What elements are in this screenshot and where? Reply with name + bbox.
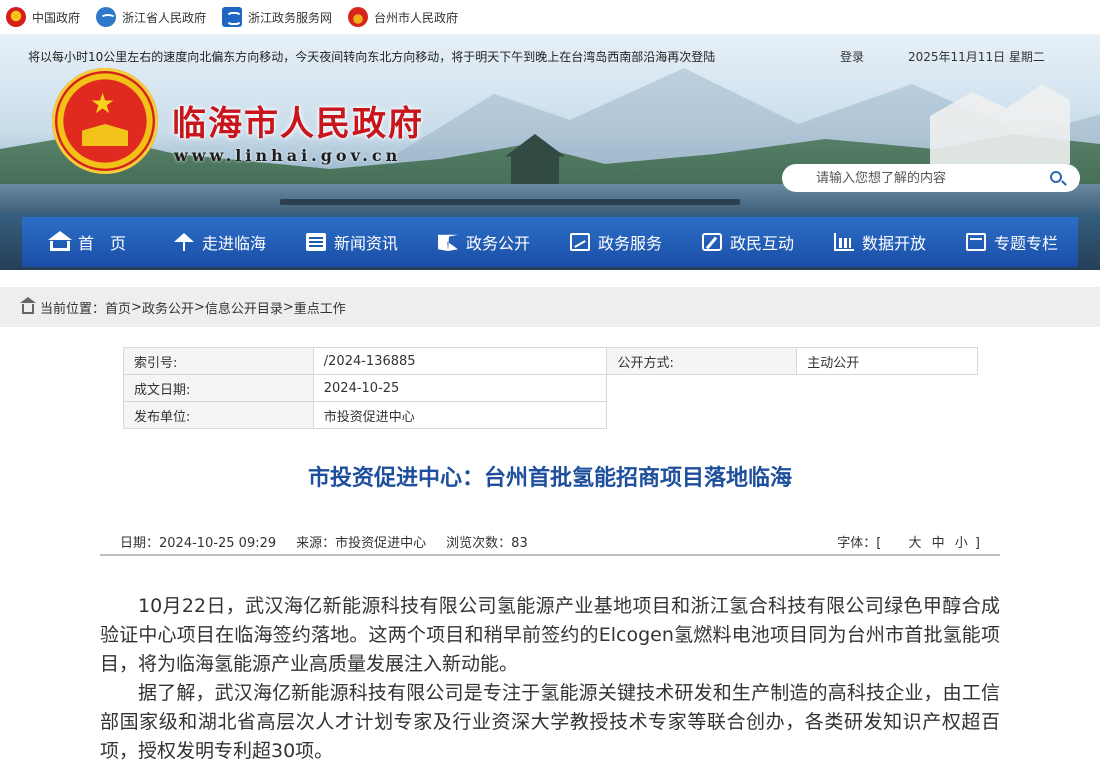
- index-value: /2024-136885: [312, 347, 608, 375]
- search-box: [782, 164, 1080, 192]
- open-book-icon: [437, 234, 458, 251]
- calendar-icon: [965, 233, 986, 251]
- article-paragraph: 据了解，武汉海亿新能源科技有限公司是专注于氢能源关键技术研发和生产制造的高科技企…: [100, 682, 1000, 762]
- breadcrumb-gov-open[interactable]: 政务公开: [142, 298, 194, 317]
- site-title[interactable]: 临海市人民政府: [172, 96, 424, 145]
- article-title: 市投资促进中心：台州首批氢能招商项目落地临海: [307, 466, 792, 491]
- login-link[interactable]: 登录: [840, 48, 864, 65]
- link-label: 浙江政务服务网: [248, 10, 333, 25]
- national-emblem-icon: [6, 7, 26, 27]
- tiananmen-icon: [82, 124, 128, 146]
- article-source: 来源：市投资促进中心: [296, 535, 427, 551]
- font-size-small-button[interactable]: 小: [955, 536, 968, 551]
- taizhou-logo-icon: [348, 7, 369, 27]
- article-date: 日期：2024-10-25 09:29: [120, 535, 277, 551]
- header-banner: 将以每小时10公里左右的速度向北偏东方向移动，今天夜间转向东北方向移动，将于明天…: [0, 34, 1100, 214]
- service-chart-icon: [569, 233, 590, 251]
- article-info-bar: 日期：2024-10-25 09:29 来源：市投资促进中心 浏览次数：83 字…: [100, 528, 1000, 556]
- search-input[interactable]: [816, 170, 1046, 186]
- index-label: 索引号:: [123, 347, 314, 375]
- breadcrumb: 当前位置： 首页 > 政务公开 > 信息公开目录 > 重点工作: [0, 287, 1100, 327]
- main-nav: 首 页 走进临海 新闻资讯 政务公开 政务服务 政民互动 数据开放 专题专栏: [22, 217, 1078, 267]
- national-emblem-logo: ★: [52, 68, 158, 174]
- nav-interaction[interactable]: 政民互动: [682, 217, 814, 267]
- bar-chart-icon: [833, 233, 854, 251]
- font-size-medium-button[interactable]: 中: [932, 536, 945, 551]
- document-meta-table: 索引号: /2024-136885 公开方式: 主动公开 成文日期: 2024-…: [123, 347, 978, 429]
- link-china-gov[interactable]: 中国政府: [6, 7, 80, 27]
- service-net-icon: [222, 7, 243, 27]
- article-views: 浏览次数：83: [446, 535, 528, 551]
- zhejiang-logo-icon: [96, 7, 117, 27]
- nav-gov-service[interactable]: 政务服务: [550, 217, 682, 267]
- open-method-value: 主动公开: [796, 347, 978, 375]
- unit-value: 市投资促进中心: [312, 401, 608, 429]
- font-size-large-button[interactable]: 大: [908, 536, 921, 551]
- font-size-control: 字体：[ 大 中 小 ]: [837, 532, 1000, 551]
- link-zhejiang-service[interactable]: 浙江政务服务网: [222, 7, 332, 27]
- bridge-illustration: [280, 199, 740, 205]
- houses-illustration: [930, 84, 1070, 164]
- table-row: 发布单位: 市投资促进中心: [123, 401, 978, 429]
- link-label: 台州市人民政府: [374, 10, 459, 25]
- link-zhejiang-gov[interactable]: 浙江省人民政府: [96, 7, 206, 27]
- empty-cell: [606, 374, 978, 402]
- top-links-bar: 中国政府 浙江省人民政府 浙江政务服务网 台州市人民政府: [0, 0, 1100, 34]
- nav-label: 政民互动: [729, 234, 794, 253]
- link-label: 中国政府: [32, 10, 81, 25]
- palm-tree-icon: [173, 233, 194, 251]
- breadcrumb-info-catalog[interactable]: 信息公开目录: [205, 298, 283, 317]
- nav-gov-open[interactable]: 政务公开: [418, 217, 550, 267]
- star-icon: ★: [90, 87, 116, 120]
- article-body: 10月22日，武汉海亿新能源科技有限公司氢能源产业基地项目和浙江氢合科技有限公司…: [100, 592, 1000, 766]
- nav-label: 走进临海: [201, 234, 266, 253]
- nav-label: 数据开放: [861, 234, 926, 253]
- breadcrumb-separator: >: [282, 299, 294, 315]
- link-label: 浙江省人民政府: [122, 10, 207, 25]
- nav-label: 新闻资讯: [333, 234, 398, 253]
- news-icon: [305, 233, 326, 251]
- empty-cell: [606, 401, 978, 429]
- current-date: 2025年11月11日 星期二: [908, 50, 1045, 64]
- nav-label: 首 页: [77, 234, 126, 253]
- home-icon: [20, 297, 36, 314]
- breadcrumb-separator: >: [193, 299, 205, 315]
- home-icon: [47, 231, 72, 251]
- edit-icon: [701, 233, 722, 251]
- scrolling-notice[interactable]: 将以每小时10公里左右的速度向北偏东方向移动，今天夜间转向东北方向移动，将于明天…: [28, 48, 715, 65]
- link-taizhou-gov[interactable]: 台州市人民政府: [348, 7, 458, 27]
- nav-special[interactable]: 专题专栏: [946, 217, 1078, 267]
- table-row: 索引号: /2024-136885 公开方式: 主动公开: [123, 347, 978, 375]
- site-domain: www.linhai.gov.cn: [174, 146, 402, 165]
- nav-label: 政务公开: [465, 234, 530, 253]
- breadcrumb-key-work[interactable]: 重点工作: [294, 298, 346, 317]
- search-icon[interactable]: [1050, 171, 1062, 183]
- font-size-label: 字体：[: [837, 535, 882, 551]
- date-value: 2024-10-25: [312, 374, 608, 402]
- breadcrumb-home[interactable]: 首页: [105, 298, 131, 317]
- date-label: 成文日期:: [123, 374, 314, 402]
- breadcrumb-separator: >: [131, 299, 142, 315]
- breadcrumb-prefix: 当前位置：: [40, 301, 106, 317]
- table-row: 成文日期: 2024-10-25: [123, 374, 978, 402]
- nav-label: 政务服务: [597, 234, 662, 253]
- nav-news[interactable]: 新闻资讯: [286, 217, 418, 267]
- nav-home[interactable]: 首 页: [22, 217, 154, 267]
- font-size-end: ]: [974, 535, 980, 551]
- nav-about-linhai[interactable]: 走进临海: [154, 217, 286, 267]
- nav-label: 专题专栏: [993, 234, 1058, 253]
- unit-label: 发布单位:: [123, 401, 314, 429]
- article-paragraph: 10月22日，武汉海亿新能源科技有限公司氢能源产业基地项目和浙江氢合科技有限公司…: [100, 595, 1000, 675]
- nav-open-data[interactable]: 数据开放: [814, 217, 946, 267]
- open-method-label: 公开方式:: [606, 347, 798, 375]
